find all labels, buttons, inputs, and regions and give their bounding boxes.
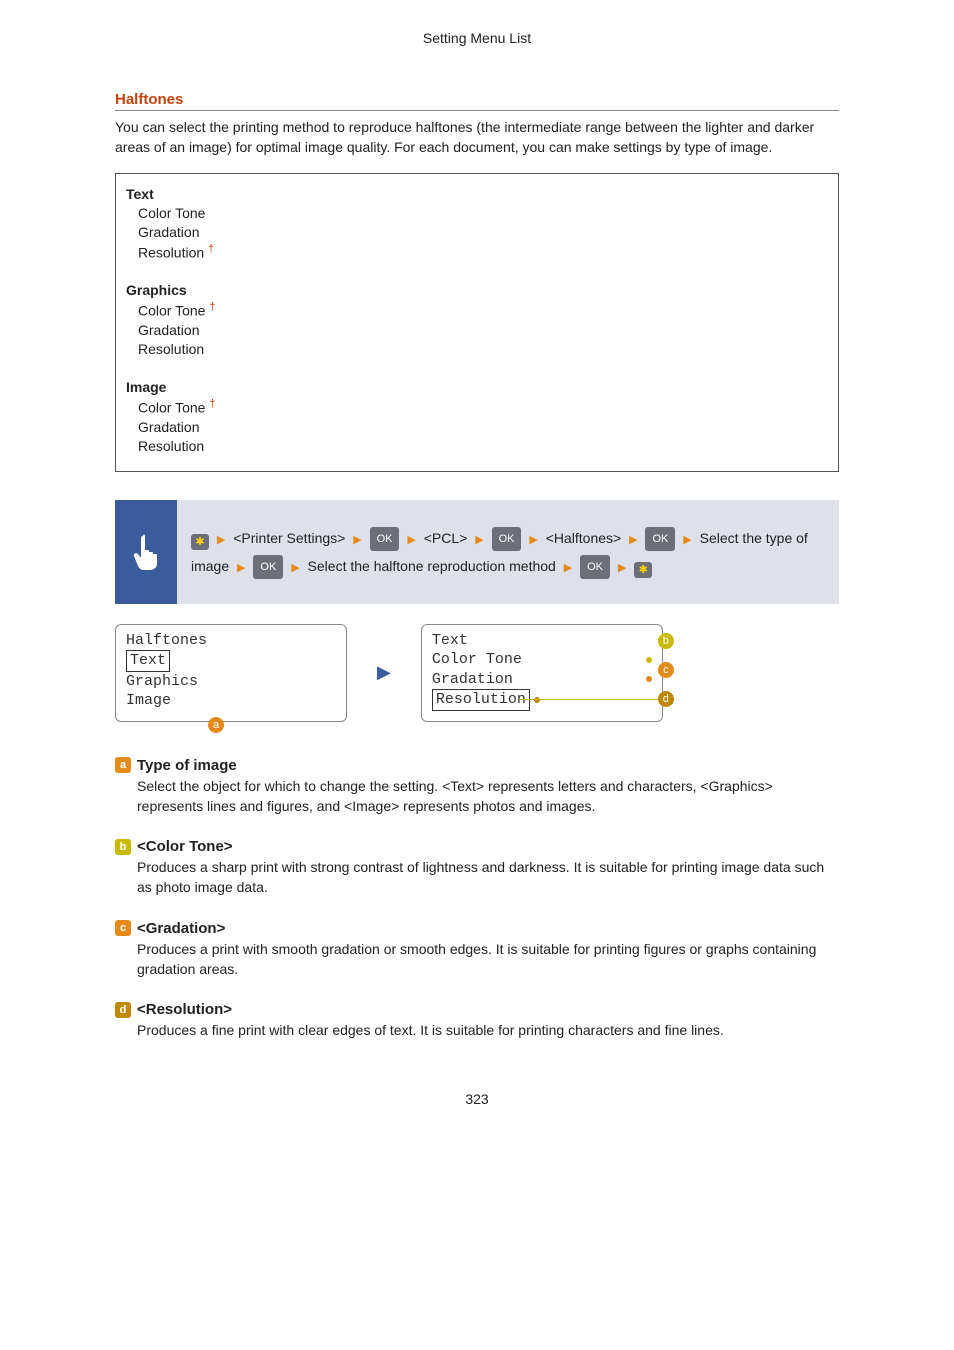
- opt-text-gradation: Gradation: [138, 224, 828, 240]
- lcd-selected-item: Resolution: [432, 689, 530, 711]
- callout-a-icon: a: [115, 757, 131, 773]
- ok-key-icon: OK: [645, 527, 675, 551]
- lcd-title: Text: [432, 631, 652, 651]
- arrow-icon: ▶: [683, 529, 691, 551]
- section-title-halftones: Halftones: [115, 91, 839, 111]
- desc-body: Select the object for which to change th…: [137, 776, 839, 817]
- desc-body: Produces a sharp print with strong contr…: [137, 857, 839, 898]
- opt-text-resolution: Resolution †: [138, 243, 828, 261]
- desc-title: <Resolution>: [137, 1001, 232, 1018]
- callout-c-icon: c: [115, 920, 131, 936]
- callout-b-icon: b: [658, 633, 674, 649]
- arrow-icon: ▶: [618, 557, 626, 579]
- description-gradation: c <Gradation> Produces a print with smoo…: [115, 920, 839, 980]
- opt-graphics-gradation: Gradation: [138, 322, 828, 338]
- arrow-icon: ▶: [237, 557, 245, 579]
- callout-d-icon: d: [658, 691, 674, 707]
- arrow-icon: ▶: [629, 529, 637, 551]
- opt-image-colortone: Color Tone †: [138, 398, 828, 416]
- lcd-screen-text: Text Color Tone Gradation Resolution b c…: [421, 624, 663, 722]
- arrow-icon: ▶: [291, 557, 299, 579]
- callout-c-icon: c: [658, 662, 674, 678]
- arrow-icon: ▶: [217, 529, 225, 551]
- dagger-icon: †: [208, 243, 214, 255]
- menu-key-icon: ✱: [634, 562, 652, 578]
- dagger-icon: †: [209, 398, 215, 410]
- group-text: Text: [126, 186, 828, 202]
- arrow-icon: ▶: [353, 529, 361, 551]
- lcd-screens-row: Halftones Text Graphics Image a ▶ Text C…: [115, 624, 839, 722]
- pointer-hand-icon: [115, 500, 177, 604]
- settings-options-box: Text Color Tone Gradation Resolution † G…: [115, 173, 839, 472]
- lcd-screen-halftones: Halftones Text Graphics Image a: [115, 624, 347, 722]
- arrow-icon: ▶: [564, 557, 572, 579]
- lcd-item: Image: [126, 691, 336, 711]
- desc-body: Produces a fine print with clear edges o…: [137, 1020, 839, 1040]
- lcd-item: Color Tone: [432, 650, 522, 670]
- group-graphics: Graphics: [126, 282, 828, 298]
- section-intro: You can select the printing method to re…: [115, 117, 839, 158]
- desc-title: <Gradation>: [137, 920, 225, 937]
- arrow-icon: ▶: [407, 529, 415, 551]
- lcd-title: Halftones: [126, 631, 336, 651]
- opt-image-gradation: Gradation: [138, 419, 828, 435]
- arrow-icon: ▶: [377, 662, 391, 683]
- navigation-path-text: ✱ ▶ <Printer Settings> ▶ OK ▶ <PCL> ▶ OK…: [177, 500, 839, 604]
- desc-title: Type of image: [137, 757, 237, 774]
- group-image: Image: [126, 379, 828, 395]
- callout-b-icon: b: [115, 839, 131, 855]
- arrow-icon: ▶: [529, 529, 537, 551]
- desc-body: Produces a print with smooth gradation o…: [137, 939, 839, 980]
- opt-image-resolution: Resolution: [138, 438, 828, 454]
- page-number: 323: [115, 1091, 839, 1107]
- navigation-path-box: ✱ ▶ <Printer Settings> ▶ OK ▶ <PCL> ▶ OK…: [115, 500, 839, 604]
- opt-graphics-resolution: Resolution: [138, 341, 828, 357]
- arrow-icon: ▶: [475, 529, 483, 551]
- description-color-tone: b <Color Tone> Produces a sharp print wi…: [115, 838, 839, 898]
- ok-key-icon: OK: [370, 527, 400, 551]
- page-header: Setting Menu List: [115, 30, 839, 46]
- ok-key-icon: OK: [492, 527, 522, 551]
- opt-text-colortone: Color Tone: [138, 205, 828, 221]
- description-type-of-image: a Type of image Select the object for wh…: [115, 757, 839, 817]
- ok-key-icon: OK: [253, 555, 283, 579]
- dagger-icon: †: [209, 301, 215, 313]
- lcd-item: Gradation: [432, 670, 513, 690]
- lcd-selected-item: Text: [126, 650, 170, 672]
- callout-a-icon: a: [208, 717, 224, 733]
- ok-key-icon: OK: [580, 555, 610, 579]
- desc-title: <Color Tone>: [137, 838, 233, 855]
- description-resolution: d <Resolution> Produces a fine print wit…: [115, 1001, 839, 1040]
- lcd-item: Graphics: [126, 672, 336, 692]
- opt-graphics-colortone: Color Tone †: [138, 301, 828, 319]
- menu-key-icon: ✱: [191, 534, 209, 550]
- callout-d-icon: d: [115, 1002, 131, 1018]
